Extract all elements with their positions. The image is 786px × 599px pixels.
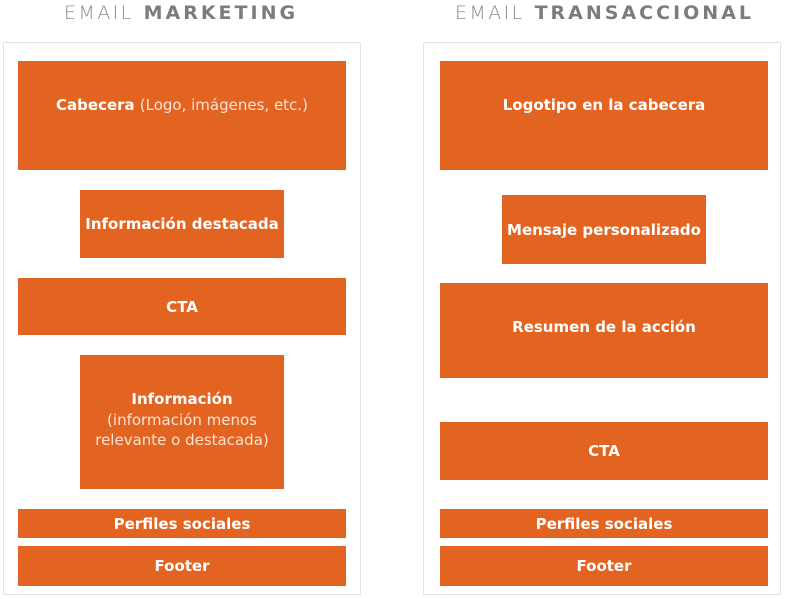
block-label: Información [131, 390, 233, 408]
column-title-transaccional: EMAIL TRANSACCIONAL [455, 0, 754, 26]
block-label: CTA [588, 442, 620, 460]
block-detail: (Logo, imágenes, etc.) [139, 96, 308, 114]
block-perfiles-sociales: Perfiles sociales [18, 509, 346, 538]
block-label: Footer [154, 557, 210, 575]
column-title-marketing: EMAIL MARKETING [64, 0, 298, 26]
block-detail-line2: relevante o destacada) [95, 431, 269, 449]
block-resumen-accion: Resumen de la acción [440, 283, 768, 378]
block-label: Mensaje personalizado [507, 220, 701, 239]
title-light: EMAIL [64, 2, 134, 24]
block-cta: CTA [18, 278, 346, 335]
block-label: Logotipo en la cabecera [502, 95, 706, 114]
block-informacion-destacada: Información destacada [80, 190, 284, 258]
title-bold: TRANSACCIONAL [534, 2, 755, 24]
block-label: Cabecera [56, 96, 135, 114]
block-cabecera: Cabecera (Logo, imágenes, etc.) [18, 61, 346, 170]
block-label: CTA [166, 297, 198, 316]
block-footer: Footer [440, 546, 768, 586]
block-label: Resumen de la acción [512, 317, 696, 336]
block-logotipo-cabecera: Logotipo en la cabecera [440, 61, 768, 170]
block-cta: CTA [440, 422, 768, 480]
title-light: EMAIL [455, 2, 525, 24]
title-bold: MARKETING [143, 2, 299, 24]
block-detail-line1: (información menos [107, 411, 257, 429]
block-mensaje-personalizado: Mensaje personalizado [502, 195, 706, 264]
block-perfiles-sociales: Perfiles sociales [440, 509, 768, 538]
block-label: Información destacada [85, 215, 279, 233]
block-label: Perfiles sociales [535, 514, 673, 533]
block-label: Footer [576, 557, 632, 575]
block-informacion: Información (información menos relevante… [80, 355, 284, 489]
block-label: Perfiles sociales [113, 514, 251, 533]
block-footer: Footer [18, 546, 346, 586]
